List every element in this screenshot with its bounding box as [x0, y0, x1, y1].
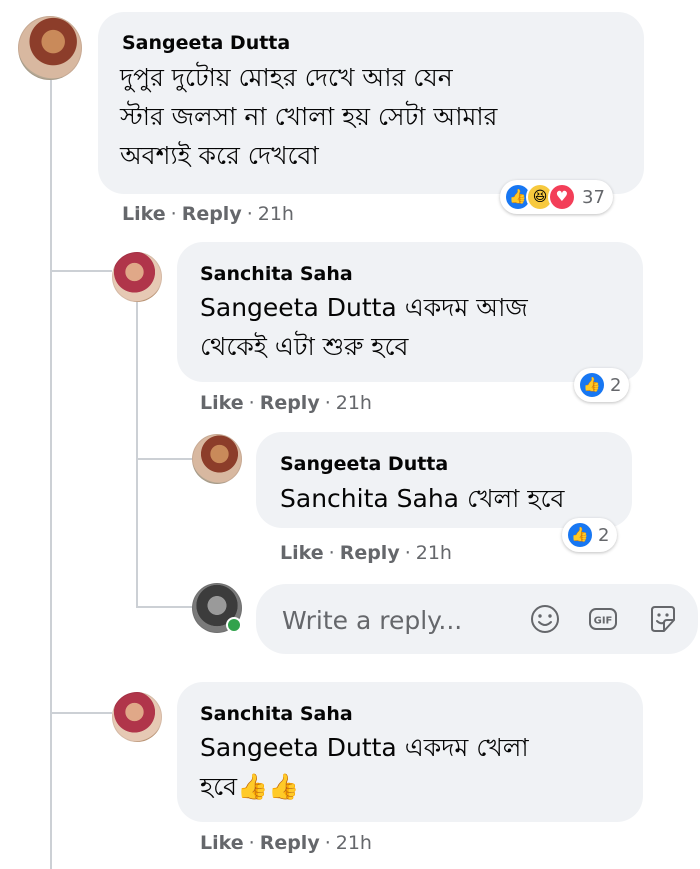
reaction-count: 2 [598, 524, 610, 546]
reply-button[interactable]: Reply [340, 542, 400, 564]
comment-text-part: একদম আজ [404, 293, 528, 322]
comment-text-part: খেলা হবে [466, 484, 565, 513]
online-status-indicator [226, 617, 242, 633]
reply-input[interactable] [280, 600, 514, 640]
reply-button[interactable]: Reply [182, 203, 242, 225]
gif-icon[interactable]: GIF [586, 602, 620, 636]
like-button[interactable]: Like [280, 542, 324, 564]
timestamp[interactable]: 21h [336, 392, 372, 414]
reaction-summary[interactable]: 👍 😆 ♥ 37 [500, 180, 613, 214]
thread-connector-3 [136, 606, 192, 608]
comment-author[interactable]: Sangeeta Dutta [280, 453, 448, 475]
timestamp[interactable]: 21h [416, 542, 452, 564]
like-button[interactable]: Like [200, 832, 244, 854]
mention-link[interactable]: Sanchita Saha [280, 484, 459, 513]
timestamp[interactable]: 21h [258, 203, 294, 225]
comment-text-line: Sanchita Saha খেলা হবে [280, 479, 564, 518]
reaction-summary[interactable]: 👍 2 [562, 518, 618, 552]
reaction-count: 2 [610, 374, 622, 396]
comment-actions: Like · Reply · 21h [200, 392, 372, 414]
love-reaction-icon: ♥ [548, 183, 576, 211]
comment-actions: Like · Reply · 21h [280, 542, 452, 564]
like-reaction-icon: 👍 [578, 371, 606, 399]
sticker-icon[interactable] [646, 602, 680, 636]
reply-button[interactable]: Reply [260, 392, 320, 414]
reply-button[interactable]: Reply [260, 832, 320, 854]
reaction-summary[interactable]: 👍 2 [574, 368, 630, 402]
like-reaction-icon: 👍 [566, 521, 594, 549]
thread-connector-2 [136, 458, 192, 460]
comment-text-line: থেকেই এটা শুরু হবে [200, 332, 409, 361]
timestamp[interactable]: 21h [336, 832, 372, 854]
comment-text-line: Sangeeta Dutta একদম আজ [200, 288, 528, 327]
thread-line-nested [136, 302, 138, 608]
avatar[interactable] [112, 692, 162, 742]
comment-text-line: অবশ্যই করে দেখবো [120, 141, 319, 170]
mention-link[interactable]: Sangeeta Dutta [200, 733, 397, 762]
thread-connector-1 [50, 270, 112, 272]
comment-text-part: একদম খেলা [404, 733, 529, 762]
emoji-icon[interactable] [528, 602, 562, 636]
like-button[interactable]: Like [122, 203, 166, 225]
like-button[interactable]: Like [200, 392, 244, 414]
avatar[interactable] [112, 252, 162, 302]
comment-author[interactable]: Sanchita Saha [200, 263, 353, 285]
avatar[interactable] [192, 434, 242, 484]
thread-line-main [50, 80, 52, 869]
comment-text-line: Sangeeta Dutta একদম খেলা [200, 728, 529, 767]
comment-text-line: স্টার জলসা না খোলা হয় সেটা আমার [120, 102, 498, 131]
comment-actions: Like · Reply · 21h [122, 203, 294, 225]
avatar[interactable] [18, 16, 82, 80]
mention-link[interactable]: Sangeeta Dutta [200, 293, 397, 322]
comment-actions: Like · Reply · 21h [200, 832, 372, 854]
reaction-count: 37 [582, 186, 605, 208]
thread-connector-4 [50, 712, 112, 714]
comment-text-line: দুপুর দুটোয় মোহর দেখে আর যেন [120, 63, 453, 92]
svg-text:GIF: GIF [594, 616, 613, 627]
comment-text-line: হবে👍👍 [200, 772, 300, 801]
comment-author[interactable]: Sanchita Saha [200, 703, 353, 725]
comment-author[interactable]: Sangeeta Dutta [122, 32, 290, 54]
